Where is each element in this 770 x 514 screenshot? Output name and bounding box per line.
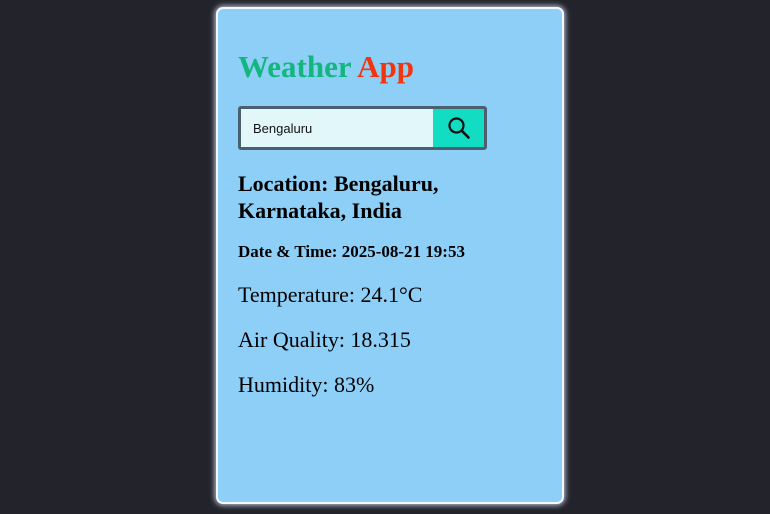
search-icon xyxy=(447,117,470,139)
humidity-text: Humidity: 83% xyxy=(238,372,375,397)
location-text: Location: Bengaluru, Karnataka, India xyxy=(238,171,439,223)
search-button[interactable] xyxy=(433,109,484,147)
air-quality-text: Air Quality: 18.315 xyxy=(238,327,411,352)
weather-card: Weather App Location: Bengaluru, Karnata… xyxy=(216,7,564,504)
search-bar xyxy=(238,106,487,150)
app-title: Weather App xyxy=(238,49,414,85)
datetime-text: Date & Time: 2025-08-21 19:53 xyxy=(238,242,465,261)
city-search-input[interactable] xyxy=(241,109,433,147)
app-title-weather: Weather xyxy=(238,49,352,84)
temperature-text: Temperature: 24.1°C xyxy=(238,282,423,307)
app-title-app: App xyxy=(357,49,414,84)
